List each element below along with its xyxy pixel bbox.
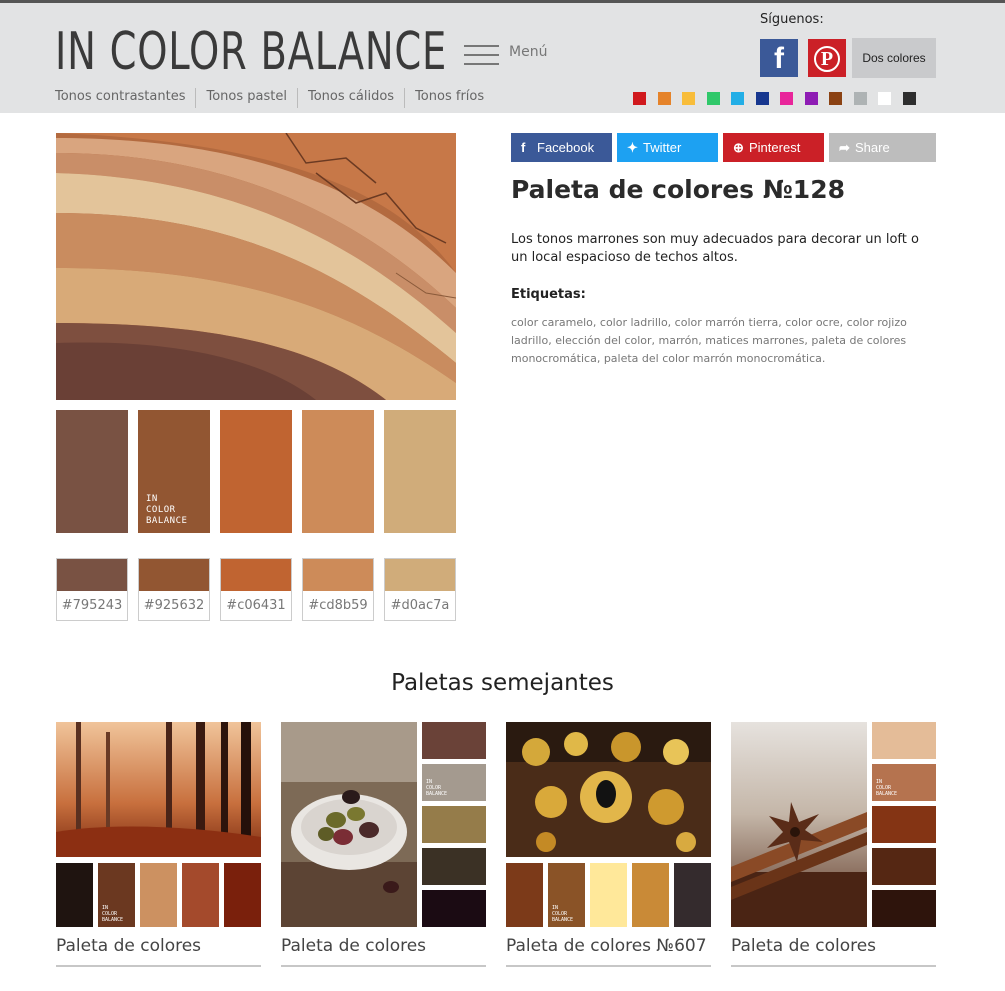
menu-label: Menú (509, 44, 548, 60)
hex-label: #925632 (143, 598, 205, 613)
twitter-icon: ✦ (627, 140, 638, 155)
tags-heading: Etiquetas: (511, 287, 586, 302)
similar-palette-card[interactable]: IN COLOR BALANCE Paleta de colores №607 (506, 722, 711, 967)
similar-palette-swatch (872, 722, 936, 759)
hex-color-swatch (303, 559, 373, 591)
hex-chip-5[interactable]: #d0ac7a (384, 558, 456, 621)
color-filter-swatch[interactable] (804, 92, 818, 105)
color-filter-swatch[interactable] (755, 92, 769, 105)
color-filter-swatches (633, 92, 927, 105)
follow-label: Síguenos: (760, 12, 824, 27)
facebook-follow-icon[interactable]: f (760, 39, 798, 77)
share-pinterest-button[interactable]: ⊕ Pinterest (723, 133, 824, 162)
similar-palettes-title: Paletas semejantes (391, 670, 614, 696)
pinterest-follow-icon[interactable]: P (808, 39, 846, 77)
color-filter-swatch[interactable] (633, 92, 646, 105)
hex-color-swatch (57, 559, 127, 591)
similar-palette-swatch (674, 863, 711, 927)
pinterest-icon: ⊕ (733, 140, 744, 155)
color-filter-swatch[interactable] (780, 92, 793, 105)
similar-palette-image (731, 722, 867, 927)
hex-chip-3[interactable]: #c06431 (220, 558, 292, 621)
similar-palette-swatch: IN COLOR BALANCE (98, 863, 135, 927)
dos-colores-button[interactable]: Dos colores (852, 38, 936, 78)
similar-palette-swatch: IN COLOR BALANCE (422, 764, 486, 801)
similar-palette-swatch: IN COLOR BALANCE (548, 863, 585, 927)
similar-palette-swatch: IN COLOR BALANCE (872, 764, 936, 801)
similar-palette-title: Paleta de colores (731, 936, 877, 956)
similar-palette-image (281, 722, 417, 927)
site-header: IN COLOR BALANCE Menú Tonos contrastante… (0, 3, 1005, 113)
palette-color-block-5 (384, 410, 456, 533)
similar-palette-card[interactable]: IN COLOR BALANCE Paleta de colores (56, 722, 261, 967)
nav-tonos-frios[interactable]: Tonos fríos (404, 88, 494, 108)
divider (281, 965, 486, 967)
hamburger-icon (464, 43, 499, 65)
similar-palette-swatch (224, 863, 261, 927)
share-icon: ➦ (839, 140, 850, 155)
similar-palette-swatch (422, 722, 486, 759)
similar-palette-swatch (872, 890, 936, 927)
color-filter-swatch[interactable] (706, 92, 720, 105)
divider (56, 965, 261, 967)
hex-chip-1[interactable]: #795243 (56, 558, 128, 621)
similar-palette-image (56, 722, 261, 857)
similar-palette-swatch (56, 863, 93, 927)
similar-palette-swatch (872, 848, 936, 885)
share-twitter-button[interactable]: ✦ Twitter (617, 133, 718, 162)
hex-color-swatch (139, 559, 209, 591)
similar-palette-swatch (140, 863, 177, 927)
nav-tonos-contrastantes[interactable]: Tonos contrastantes (55, 88, 195, 108)
similar-palette-swatch (422, 848, 486, 885)
palette-description: Los tonos marrones son muy adecuados par… (511, 232, 919, 265)
similar-palette-title: Paleta de colores (281, 936, 427, 956)
nav-tonos-calidos[interactable]: Tonos cálidos (296, 88, 404, 108)
palette-color-block-4 (302, 410, 374, 533)
menu-button[interactable]: Menú (464, 41, 564, 69)
palette-logo-watermark: IN COLOR BALANCE (146, 494, 188, 526)
similar-palette-swatch (590, 863, 627, 927)
hex-color-swatch (385, 559, 455, 591)
color-filter-swatch[interactable] (829, 92, 842, 105)
hex-chip-4[interactable]: #cd8b59 (302, 558, 374, 621)
divider (731, 965, 936, 967)
color-filter-swatch[interactable] (902, 92, 916, 105)
palette-main-image (56, 133, 456, 400)
hex-label: #795243 (61, 598, 123, 613)
similar-palette-card[interactable]: IN COLOR BALANCE Paleta de colores (731, 722, 936, 967)
similar-palette-title: Paleta de colores №607 (506, 936, 707, 956)
hex-chip-2[interactable]: #925632 (138, 558, 210, 621)
nav-tonos-pastel[interactable]: Tonos pastel (195, 88, 296, 108)
color-filter-swatch[interactable] (682, 92, 695, 105)
color-filter-swatch[interactable] (878, 92, 891, 105)
hex-label: #d0ac7a (390, 598, 450, 613)
tags-list[interactable]: color caramelo, color ladrillo, color ma… (511, 314, 936, 368)
similar-palette-swatch (506, 863, 543, 927)
share-button[interactable]: ➦ Share (829, 133, 936, 162)
divider (506, 965, 711, 967)
similar-palette-card[interactable]: IN COLOR BALANCE Paleta de colores (281, 722, 486, 967)
similar-palette-title: Paleta de colores (56, 936, 202, 956)
color-filter-swatch[interactable] (657, 92, 671, 105)
color-filter-swatch[interactable] (731, 92, 744, 105)
similar-palette-swatch (632, 863, 669, 927)
palette-color-block-3 (220, 410, 292, 533)
hex-label: #cd8b59 (308, 598, 368, 613)
main-nav: Tonos contrastantes Tonos pastel Tonos c… (55, 88, 494, 108)
similar-palette-swatch (422, 806, 486, 843)
hex-color-swatch (221, 559, 291, 591)
similar-palette-swatch (182, 863, 219, 927)
similar-palette-swatch (422, 890, 486, 927)
hex-label: #c06431 (226, 598, 286, 613)
facebook-icon: f (521, 140, 526, 155)
similar-palette-image (506, 722, 711, 857)
color-filter-swatch[interactable] (853, 92, 867, 105)
similar-palette-swatch (872, 806, 936, 843)
site-logo[interactable]: IN COLOR BALANCE (55, 17, 447, 87)
palette-color-block-2: IN COLOR BALANCE (138, 410, 210, 533)
palette-color-block-1 (56, 410, 128, 533)
palette-title: Paleta de colores №128 (511, 175, 845, 204)
share-facebook-button[interactable]: f Facebook (511, 133, 612, 162)
